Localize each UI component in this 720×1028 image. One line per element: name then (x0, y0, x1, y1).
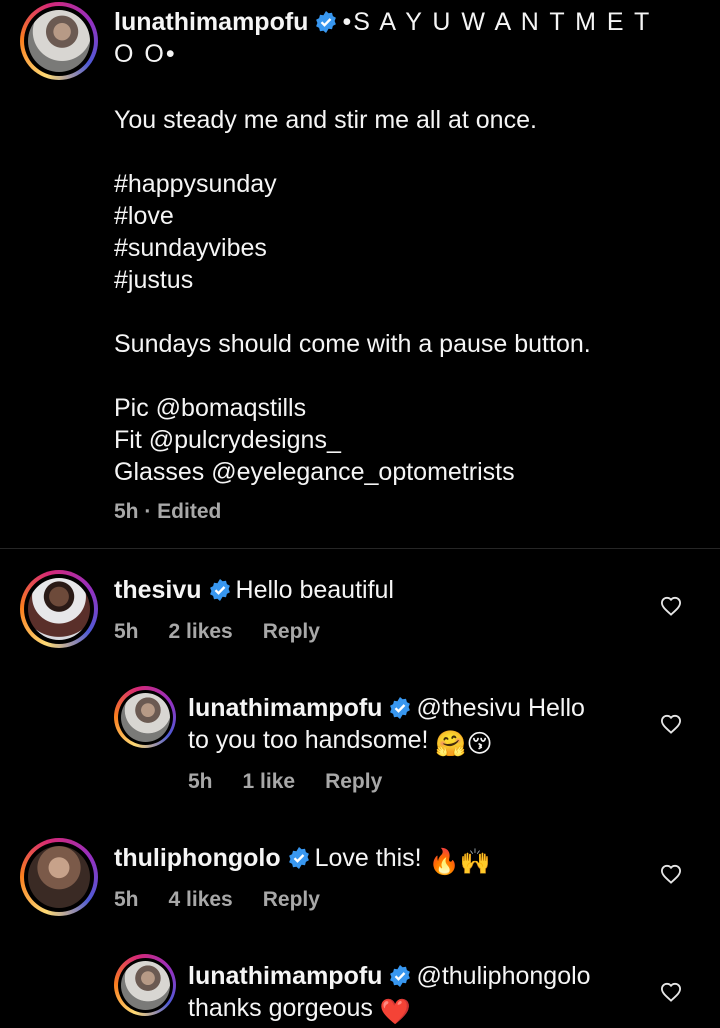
comment-body: Hello beautiful (235, 576, 394, 604)
reply-mention: @thesivu Hello (416, 694, 585, 722)
fire-emoji-icon: 🔥🙌 (428, 848, 491, 876)
comment-meta: 5h 2 likes Reply (114, 620, 350, 644)
reply-meta: 5h 1 like Reply (188, 770, 412, 794)
reply-button[interactable]: Reply (263, 888, 320, 911)
comment-likes[interactable]: 4 likes (169, 888, 233, 911)
comment-username[interactable]: thuliphongolo (114, 844, 281, 872)
reply-text: lunathimampofu @thuliphongolo thanks gorg… (188, 960, 628, 1028)
hashtag-link[interactable]: #happysunday (114, 168, 704, 200)
verified-badge-icon (287, 846, 311, 870)
reply-avatar[interactable] (114, 954, 176, 1016)
comment-avatar[interactable] (20, 838, 98, 916)
reply-button[interactable]: Reply (325, 770, 382, 793)
verified-badge-icon (208, 578, 232, 602)
comment-text: thesivu Hello beautiful (114, 574, 634, 606)
comment-text: thuliphongolo Love this! 🔥🙌 (114, 842, 634, 878)
reply-body: to you too handsome! (188, 726, 429, 754)
reply-button[interactable]: Reply (263, 620, 320, 643)
red-heart-emoji-icon: ❤️ (379, 998, 411, 1026)
heart-outline-icon[interactable] (660, 596, 682, 616)
caption-avatar[interactable] (20, 2, 98, 80)
credit-line[interactable]: Glasses @eyelegance_optometrists (114, 456, 704, 488)
reply-username[interactable]: lunathimampofu (188, 962, 382, 990)
caption-line: You steady me and stir me all at once. (114, 106, 537, 134)
reply-avatar[interactable] (114, 686, 176, 748)
hashtag-link[interactable]: #sundayvibes (114, 232, 704, 264)
reply-time: 5h (188, 770, 213, 793)
reply-likes[interactable]: 1 like (243, 770, 296, 793)
caption-meta: 5h · Edited (114, 500, 222, 523)
reply-body: thanks gorgeous (188, 994, 373, 1022)
heart-outline-icon[interactable] (660, 864, 682, 884)
comment-time: 5h (114, 888, 139, 911)
comment-time: 5h (114, 620, 139, 643)
caption-username[interactable]: lunathimampofu (114, 8, 308, 36)
caption-header: lunathimampofu •S A Y U W A N T M E T O O… (114, 6, 694, 70)
comment-username[interactable]: thesivu (114, 576, 202, 604)
caption-line: Sundays should come with a pause button. (114, 330, 591, 358)
caption-title-cont: O O• (114, 40, 177, 68)
comment-likes[interactable]: 2 likes (169, 620, 233, 643)
caption-body: You steady me and stir me all at once. #… (114, 104, 704, 488)
verified-badge-icon (388, 696, 412, 720)
heart-outline-icon[interactable] (660, 714, 682, 734)
credit-line[interactable]: Pic @bomaqstills (114, 392, 704, 424)
verified-badge-icon (314, 10, 338, 34)
hashtag-link[interactable]: #love (114, 200, 704, 232)
reply-username[interactable]: lunathimampofu (188, 694, 382, 722)
verified-badge-icon (388, 964, 412, 988)
reply-mention: @thuliphongolo (416, 962, 591, 990)
comment-meta: 5h 4 likes Reply (114, 888, 350, 912)
comment-avatar[interactable] (20, 570, 98, 648)
reply-text: lunathimampofu @thesivu Hello to you too … (188, 692, 628, 760)
hug-emoji-icon: 🤗😚 (435, 730, 493, 758)
heart-outline-icon[interactable] (660, 982, 682, 1002)
divider (0, 548, 720, 549)
hashtag-link[interactable]: #justus (114, 264, 704, 296)
comment-body: Love this! (314, 844, 422, 872)
caption-title: •S A Y U W A N T M E T (342, 8, 652, 36)
credit-line[interactable]: Fit @pulcrydesigns_ (114, 424, 704, 456)
